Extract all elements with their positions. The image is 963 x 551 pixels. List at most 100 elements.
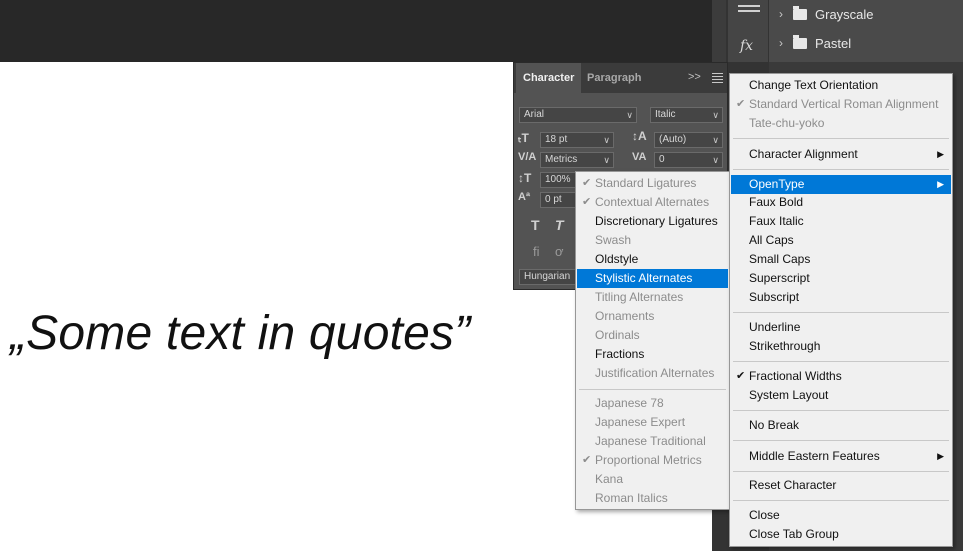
menu-item-oldstyle[interactable]: Oldstyle — [577, 250, 728, 269]
menu-item-label: Small Caps — [749, 252, 811, 266]
check-icon: ✔ — [736, 370, 746, 382]
menu-item-reset-character[interactable]: Reset Character — [731, 476, 951, 495]
menu-item-label: Middle Eastern Features — [749, 449, 880, 463]
panel-collapse-icon[interactable]: >> — [688, 71, 701, 83]
chevron-down-icon: ∨ — [603, 135, 610, 145]
ligature-icon[interactable]: ﬁ — [533, 244, 540, 259]
tab-character[interactable]: Character — [516, 63, 582, 93]
menu-item-middle-eastern-features[interactable]: Middle Eastern Features ▶ — [731, 447, 951, 466]
menu-item-label: Underline — [749, 320, 801, 334]
vertical-scale-icon: ↕T — [518, 171, 532, 185]
menu-item-label: Fractions — [595, 347, 645, 361]
font-size-icon: ₜT — [518, 131, 529, 145]
vertical-scale-field[interactable]: 100% — [540, 172, 580, 188]
menu-item-standard-ligatures[interactable]: ✔ Standard Ligatures — [577, 174, 728, 193]
menu-item-kana[interactable]: Kana — [577, 470, 728, 489]
menu-item-ornaments[interactable]: Ornaments — [577, 307, 728, 326]
menu-separator — [733, 440, 949, 441]
menu-item-strikethrough[interactable]: Strikethrough — [731, 337, 951, 356]
panel-menu-icon[interactable] — [712, 73, 723, 85]
menu-item-label: Faux Italic — [749, 214, 804, 228]
font-style-value: Italic — [655, 109, 676, 120]
menu-item-standard-vertical-roman-alignment[interactable]: ✔ Standard Vertical Roman Alignment — [731, 95, 951, 114]
adjustments-icon[interactable] — [738, 2, 760, 16]
menu-item-stylistic-alternates[interactable]: Stylistic Alternates — [577, 269, 728, 288]
swatch-group-label: Grayscale — [815, 6, 874, 22]
menu-item-opentype[interactable]: OpenType ▶ — [731, 175, 951, 194]
menu-item-close[interactable]: Close — [731, 506, 951, 525]
menu-item-faux-italic[interactable]: Faux Italic — [731, 212, 951, 231]
submenu-arrow-icon: ▶ — [937, 179, 944, 189]
menu-separator — [579, 389, 726, 390]
font-size-field[interactable]: 18 pt ∨ — [540, 132, 614, 148]
menu-item-label: No Break — [749, 418, 800, 432]
chevron-right-icon[interactable]: › — [769, 7, 787, 21]
menu-item-proportional-metrics[interactable]: ✔ Proportional Metrics — [577, 451, 728, 470]
faux-italic-icon[interactable]: T — [555, 217, 564, 233]
menu-item-superscript[interactable]: Superscript — [731, 269, 951, 288]
opentype-submenu: ✔ Standard Ligatures ✔ Contextual Alternat… — [575, 171, 730, 510]
menu-item-label: Oldstyle — [595, 252, 639, 266]
menu-item-close-tab-group[interactable]: Close Tab Group — [731, 525, 951, 544]
swatch-group-pastel[interactable]: › Pastel — [769, 29, 963, 57]
font-style-select[interactable]: Italic ∨ — [650, 107, 723, 123]
menu-item-small-caps[interactable]: Small Caps — [731, 250, 951, 269]
menu-item-label: Close — [749, 508, 780, 522]
menu-item-discretionary-ligatures[interactable]: Discretionary Ligatures — [577, 212, 728, 231]
menu-item-label: OpenType — [749, 177, 805, 191]
menu-item-label: Roman Italics — [595, 491, 668, 505]
menu-item-fractional-widths[interactable]: ✔ Fractional Widths — [731, 367, 951, 386]
menu-item-label: Reset Character — [749, 478, 837, 492]
menu-item-faux-bold[interactable]: Faux Bold — [731, 193, 951, 212]
menu-item-label: Stylistic Alternates — [595, 271, 693, 285]
menu-item-contextual-alternates[interactable]: ✔ Contextual Alternates — [577, 193, 728, 212]
sample-text-layer[interactable]: „Some text in quotes” — [10, 306, 470, 361]
chevron-down-icon: ∨ — [712, 135, 719, 145]
contextual-alt-icon[interactable]: ơ — [555, 244, 564, 259]
menu-separator — [733, 169, 949, 170]
check-icon: ✔ — [736, 98, 746, 110]
chevron-right-icon[interactable]: › — [769, 36, 787, 50]
canvas-dark-area — [0, 0, 712, 62]
menu-item-justification-alternates[interactable]: Justification Alternates — [577, 364, 728, 383]
leading-field[interactable]: (Auto) ∨ — [654, 132, 723, 148]
faux-bold-icon[interactable]: T — [531, 217, 540, 233]
fx-icon[interactable]: fx — [740, 38, 753, 54]
menu-item-no-break[interactable]: No Break — [731, 416, 951, 435]
menu-item-titling-alternates[interactable]: Titling Alternates — [577, 288, 728, 307]
menu-item-japanese-traditional[interactable]: Japanese Traditional — [577, 432, 728, 451]
swatch-group-grayscale[interactable]: › Grayscale — [769, 0, 963, 28]
menu-separator — [733, 312, 949, 313]
language-select[interactable]: Hungarian — [519, 269, 579, 285]
menu-item-japanese-78[interactable]: Japanese 78 — [577, 394, 728, 413]
menu-item-change-text-orientation[interactable]: Change Text Orientation — [731, 76, 951, 95]
kerning-icon: V/A — [518, 151, 537, 163]
menu-item-label: All Caps — [749, 233, 794, 247]
menu-item-label: Change Text Orientation — [749, 78, 879, 92]
swatch-group-label: Pastel — [815, 35, 852, 51]
kerning-field[interactable]: Metrics ∨ — [540, 152, 614, 168]
tracking-field[interactable]: 0 ∨ — [654, 152, 723, 168]
menu-item-label: Superscript — [749, 271, 810, 285]
menu-item-swash[interactable]: Swash — [577, 231, 728, 250]
font-family-select[interactable]: Arial ∨ — [519, 107, 637, 123]
menu-item-label: Japanese Traditional — [595, 434, 706, 448]
menu-item-japanese-expert[interactable]: Japanese Expert — [577, 413, 728, 432]
menu-item-roman-italics[interactable]: Roman Italics — [577, 489, 728, 508]
font-size-value: 18 pt — [545, 134, 568, 145]
menu-item-subscript[interactable]: Subscript — [731, 288, 951, 307]
menu-item-fractions[interactable]: Fractions — [577, 345, 728, 364]
menu-item-ordinals[interactable]: Ordinals — [577, 326, 728, 345]
menu-item-system-layout[interactable]: System Layout — [731, 386, 951, 405]
leading-icon: ↕A — [632, 129, 647, 143]
tracking-value: 0 — [659, 154, 665, 165]
menu-item-character-alignment[interactable]: Character Alignment ▶ — [731, 145, 951, 164]
baseline-shift-field[interactable]: 0 pt — [540, 192, 580, 208]
menu-item-underline[interactable]: Underline — [731, 318, 951, 337]
menu-item-label: Ordinals — [595, 328, 640, 342]
panel-divider — [712, 0, 726, 62]
menu-separator — [733, 500, 949, 501]
menu-item-tate-chu-yoko[interactable]: Tate-chu-yoko — [731, 114, 951, 133]
tab-paragraph[interactable]: Paragraph — [580, 63, 648, 93]
menu-item-all-caps[interactable]: All Caps — [731, 231, 951, 250]
